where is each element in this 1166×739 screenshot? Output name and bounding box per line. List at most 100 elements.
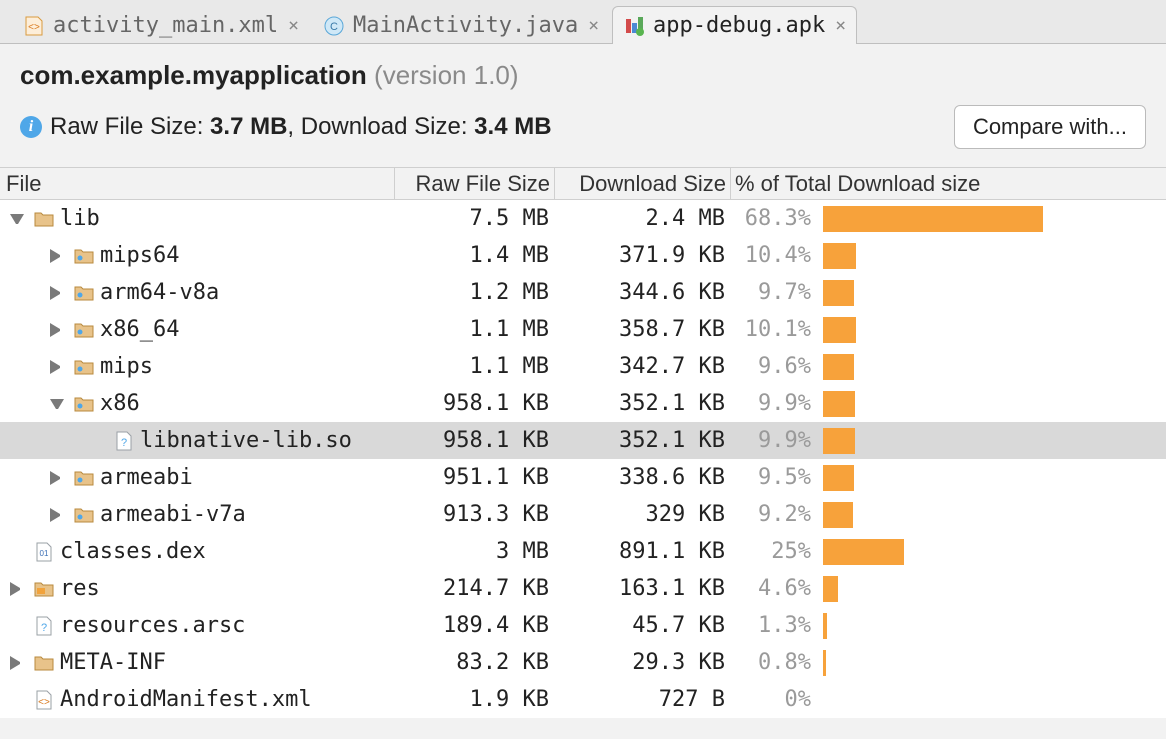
percent-value: 0.8% [731, 650, 817, 675]
percent-value: 9.6% [731, 354, 817, 379]
chevron-right-icon[interactable] [48, 471, 66, 485]
column-file[interactable]: File [0, 168, 395, 199]
editor-tab[interactable]: activity_main.xml × [12, 6, 310, 44]
file-cell: resources.arsc [0, 607, 395, 644]
editor-tab[interactable]: MainActivity.java × [312, 6, 610, 44]
download-size: 352.1 KB [555, 428, 731, 453]
xml-file-icon [23, 15, 45, 37]
compare-with-button[interactable]: Compare with... [954, 105, 1146, 149]
download-size-value: 3.4 MB [474, 113, 551, 140]
column-raw-size[interactable]: Raw File Size [395, 168, 555, 199]
percent-bar [823, 613, 827, 639]
apk-analyzer-header: com.example.myapplication (version 1.0) … [0, 44, 1166, 168]
chevron-right-icon[interactable] [48, 508, 66, 522]
download-size: 371.9 KB [555, 243, 731, 268]
percent-bar-cell [817, 539, 1166, 565]
column-percent[interactable]: % of Total Download size [731, 168, 1046, 199]
table-row[interactable]: res214.7 KB163.1 KB4.6% [0, 570, 1166, 607]
folder-res-icon [34, 579, 54, 599]
download-size: 891.1 KB [555, 539, 731, 564]
table-row[interactable]: META-INF83.2 KB29.3 KB0.8% [0, 644, 1166, 681]
file-name: libnative-lib.so [140, 428, 352, 453]
table-row[interactable]: classes.dex3 MB891.1 KB25% [0, 533, 1166, 570]
raw-size: 951.1 KB [395, 465, 555, 490]
table-row[interactable]: armeabi-v7a913.3 KB329 KB9.2% [0, 496, 1166, 533]
column-download-size[interactable]: Download Size [555, 168, 731, 199]
chevron-down-icon[interactable] [48, 395, 66, 413]
file-name: META-INF [60, 650, 166, 675]
raw-size: 1.4 MB [395, 243, 555, 268]
percent-value: 10.4% [731, 243, 817, 268]
table-row[interactable]: armeabi951.1 KB338.6 KB9.5% [0, 459, 1166, 496]
table-row[interactable]: x86_641.1 MB358.7 KB10.1% [0, 311, 1166, 348]
table-row[interactable]: mips641.4 MB371.9 KB10.4% [0, 237, 1166, 274]
percent-bar-cell [817, 465, 1166, 491]
percent-value: 9.7% [731, 280, 817, 305]
close-icon[interactable]: × [588, 15, 599, 36]
file-dex-icon [34, 542, 54, 562]
table-row[interactable]: resources.arsc189.4 KB45.7 KB1.3% [0, 607, 1166, 644]
chevron-right-icon[interactable] [48, 323, 66, 337]
file-tree: lib 7.5 MB2.4 MB68.3% mips641.4 MB371.9 KB… [0, 200, 1166, 718]
raw-size: 1.1 MB [395, 317, 555, 342]
chevron-right-icon[interactable] [48, 249, 66, 263]
file-cell: res [0, 570, 395, 607]
percent-value: 0% [731, 687, 817, 712]
package-line: com.example.myapplication (version 1.0) [20, 60, 1146, 91]
file-name: x86 [100, 391, 140, 416]
folder-icon [34, 653, 54, 673]
raw-size: 958.1 KB [395, 391, 555, 416]
chevron-right-icon[interactable] [48, 286, 66, 300]
download-size: 352.1 KB [555, 391, 731, 416]
raw-size: 7.5 MB [395, 206, 555, 231]
file-name: mips [100, 354, 153, 379]
close-icon[interactable]: × [288, 15, 299, 36]
download-size: 45.7 KB [555, 613, 731, 638]
tab-label: MainActivity.java [353, 13, 578, 38]
raw-size: 3 MB [395, 539, 555, 564]
table-row[interactable]: arm64-v8a1.2 MB344.6 KB9.7% [0, 274, 1166, 311]
raw-size: 958.1 KB [395, 428, 555, 453]
file-cell: mips64 [0, 237, 395, 274]
percent-bar [823, 465, 854, 491]
download-size: 2.4 MB [555, 206, 731, 231]
percent-value: 1.3% [731, 613, 817, 638]
tab-label: activity_main.xml [53, 13, 278, 38]
percent-value: 4.6% [731, 576, 817, 601]
file-name: lib [60, 206, 100, 231]
table-header: File Raw File Size Download Size % of To… [0, 168, 1166, 200]
table-row[interactable]: AndroidManifest.xml1.9 KB727 B0% [0, 681, 1166, 718]
editor-tab[interactable]: app-debug.apk× [612, 6, 857, 44]
percent-bar-cell [817, 243, 1166, 269]
table-row[interactable]: libnative-lib.so 958.1 KB352.1 KB9.9% [0, 422, 1166, 459]
percent-bar [823, 317, 856, 343]
percent-bar-cell [817, 576, 1166, 602]
percent-bar [823, 280, 854, 306]
table-row[interactable]: lib 7.5 MB2.4 MB68.3% [0, 200, 1166, 237]
file-name: armeabi [100, 465, 193, 490]
download-size: 329 KB [555, 502, 731, 527]
file-unknown-icon [114, 431, 134, 451]
percent-bar [823, 650, 826, 676]
percent-bar-cell [817, 391, 1166, 417]
percent-bar-cell [817, 280, 1166, 306]
table-row[interactable]: x86958.1 KB352.1 KB9.9% [0, 385, 1166, 422]
percent-value: 9.9% [731, 428, 817, 453]
file-name: arm64-v8a [100, 280, 219, 305]
apk-file-icon [623, 15, 645, 37]
close-icon[interactable]: × [835, 15, 846, 36]
file-cell: armeabi [0, 459, 395, 496]
percent-value: 68.3% [731, 206, 817, 231]
chevron-right-icon[interactable] [8, 656, 26, 670]
raw-size-value: 3.7 MB [210, 113, 287, 140]
chevron-right-icon[interactable] [48, 360, 66, 374]
package-version: (version 1.0) [374, 60, 519, 90]
percent-value: 9.2% [731, 502, 817, 527]
chevron-down-icon[interactable] [8, 210, 26, 228]
percent-value: 10.1% [731, 317, 817, 342]
chevron-right-icon[interactable] [8, 582, 26, 596]
table-row[interactable]: mips1.1 MB342.7 KB9.6% [0, 348, 1166, 385]
raw-size: 83.2 KB [395, 650, 555, 675]
folder-dot-icon [74, 357, 94, 377]
raw-size: 214.7 KB [395, 576, 555, 601]
